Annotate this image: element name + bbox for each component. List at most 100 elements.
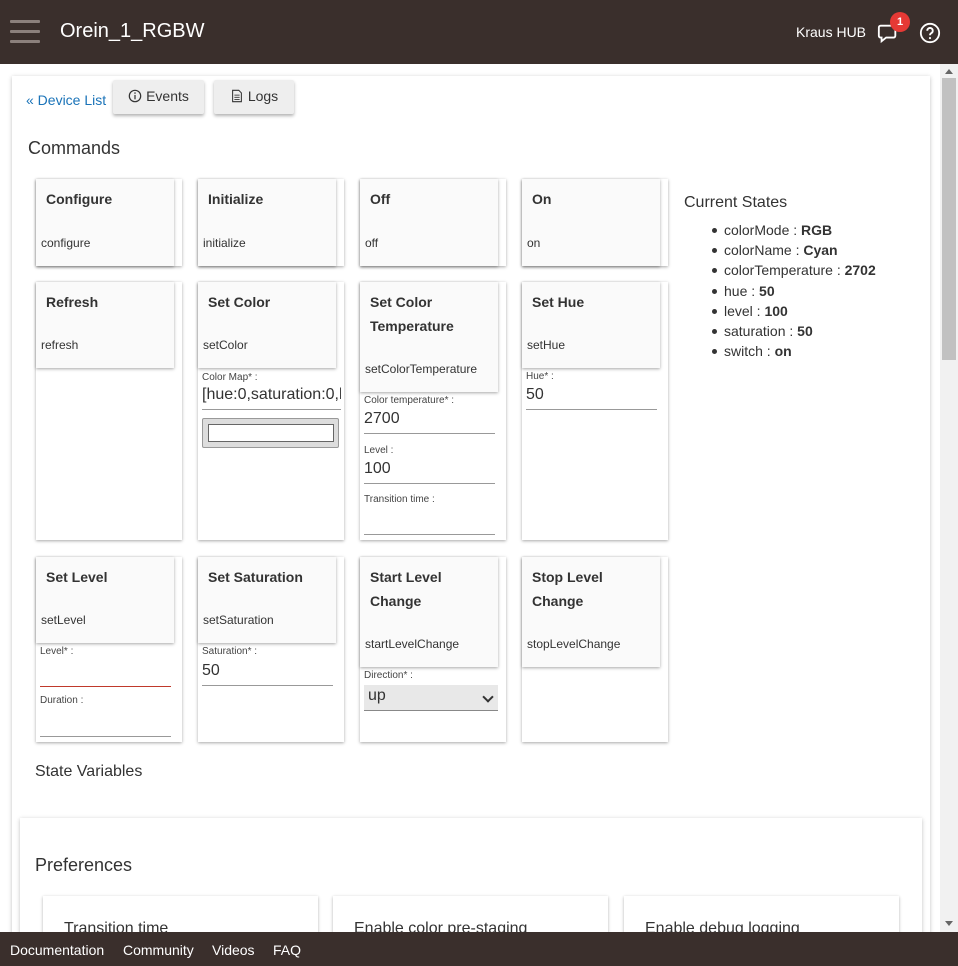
command-method: setSaturation — [203, 613, 274, 627]
command-card-refresh: Refresh refresh — [36, 282, 182, 540]
events-label: Events — [146, 88, 189, 104]
set-hue-button[interactable]: Set Hue setHue — [522, 282, 660, 368]
scrollbar-thumb[interactable] — [942, 78, 956, 360]
current-states-heading: Current States — [684, 194, 788, 211]
notification-badge[interactable]: 1 — [890, 12, 910, 32]
configure-button[interactable]: Configure configure — [36, 179, 174, 266]
direction-value: up — [368, 687, 386, 704]
command-method: on — [527, 236, 541, 250]
command-method: setColor — [203, 338, 248, 352]
command-method: initialize — [203, 236, 246, 250]
command-method: off — [365, 236, 379, 250]
command-method: setHue — [527, 338, 566, 352]
state-item: colorName : Cyan — [712, 240, 876, 260]
direction-select[interactable]: up — [364, 685, 498, 711]
command-title: Refresh — [46, 294, 99, 310]
vertical-scrollbar[interactable] — [940, 64, 958, 932]
logs-button[interactable]: Logs — [214, 80, 294, 114]
set-color-temperature-button[interactable]: Set Color Temperature setColorTemperatur… — [360, 282, 498, 392]
set-saturation-button[interactable]: Set Saturation setSaturation — [198, 557, 336, 643]
command-card-set-color: Set Color setColor Color Map* : [hue:0,s… — [198, 282, 344, 540]
command-title: Off — [370, 191, 391, 207]
menu-icon[interactable] — [10, 20, 40, 44]
command-card-set-hue: Set Hue setHue Hue* : 50 — [522, 282, 668, 540]
state-variables-heading: State Variables — [35, 763, 143, 780]
command-card-initialize: Initialize initialize — [198, 179, 344, 266]
saturation-label: Saturation* : — [202, 646, 258, 657]
level-input[interactable]: 100 — [364, 460, 495, 484]
command-card-start-level-change: Start Level Change startLevelChange Dire… — [360, 557, 506, 742]
command-card-set-saturation: Set Saturation setSaturation Saturation*… — [198, 557, 344, 742]
transition-time-label: Transition time : — [364, 494, 435, 505]
state-item: hue : 50 — [712, 281, 876, 301]
direction-label: Direction* : — [364, 670, 413, 681]
top-app-bar: Orein_1_RGBW Kraus HUB 1 — [0, 0, 958, 64]
command-title: Set Color Temperature — [370, 294, 454, 334]
help-icon[interactable] — [919, 22, 941, 44]
state-item: level : 100 — [712, 301, 876, 321]
set-color-button[interactable]: Set Color setColor — [198, 282, 336, 368]
videos-link[interactable]: Videos — [212, 942, 255, 958]
command-method: stopLevelChange — [527, 637, 621, 651]
command-title: On — [532, 191, 552, 207]
preferences-heading: Preferences — [35, 855, 133, 875]
current-states-list: colorMode : RGB colorName : Cyan colorTe… — [712, 220, 876, 361]
device-list-link[interactable]: « Device List — [26, 92, 106, 108]
saturation-input[interactable]: 50 — [202, 662, 333, 686]
documentation-link[interactable]: Documentation — [10, 942, 104, 958]
color-temperature-label: Color temperature* : — [364, 395, 455, 406]
command-title: Configure — [46, 191, 113, 207]
level-label: Level : — [364, 445, 394, 456]
command-card-stop-level-change: Stop Level Change stopLevelChange — [522, 557, 668, 742]
page-title: Orein_1_RGBW — [60, 20, 205, 42]
duration-label: Duration : — [40, 695, 84, 706]
on-button[interactable]: On on — [522, 179, 660, 266]
state-item: colorTemperature : 2702 — [712, 260, 876, 280]
scroll-up-arrow-icon[interactable] — [945, 69, 953, 74]
command-title: Set Level — [46, 569, 108, 585]
level-label: Level* : — [40, 646, 74, 657]
set-level-button[interactable]: Set Level setLevel — [36, 557, 174, 643]
scroll-down-arrow-icon[interactable] — [945, 921, 953, 926]
hub-name: Kraus HUB — [796, 24, 867, 40]
state-item: switch : on — [712, 341, 876, 361]
duration-input[interactable] — [40, 713, 171, 737]
preferences-panel: Preferences Transition time Enable color… — [20, 818, 922, 956]
commands-heading: Commands — [28, 138, 121, 158]
faq-link[interactable]: FAQ — [273, 942, 301, 958]
hue-input[interactable]: 50 — [526, 386, 657, 410]
command-title: Stop Level Change — [532, 569, 603, 609]
color-map-label: Color Map* : — [202, 372, 258, 383]
color-map-input[interactable]: [hue:0,saturation:0,l — [202, 386, 341, 410]
document-icon — [231, 89, 242, 103]
command-card-set-color-temperature: Set Color Temperature setColorTemperatur… — [360, 282, 506, 540]
footer-bar: Documentation Community Videos FAQ — [0, 932, 958, 966]
level-input[interactable] — [40, 663, 171, 687]
command-title: Start Level Change — [370, 569, 442, 609]
command-title: Initialize — [208, 191, 264, 207]
command-method: refresh — [41, 338, 79, 352]
community-link[interactable]: Community — [123, 942, 194, 958]
command-card-off: Off off — [360, 179, 506, 266]
transition-time-input[interactable] — [364, 511, 495, 535]
command-method: startLevelChange — [365, 637, 460, 651]
chevron-down-icon — [482, 691, 494, 703]
state-item: saturation : 50 — [712, 321, 876, 341]
command-title: Set Color — [208, 294, 271, 310]
stop-level-change-button[interactable]: Stop Level Change stopLevelChange — [522, 557, 660, 667]
refresh-button[interactable]: Refresh refresh — [36, 282, 174, 368]
initialize-button[interactable]: Initialize initialize — [198, 179, 336, 266]
command-title: Set Hue — [532, 294, 585, 310]
events-button[interactable]: Events — [113, 80, 204, 114]
color-picker[interactable] — [202, 418, 339, 448]
command-card-on: On on — [522, 179, 668, 266]
command-method: setColorTemperature — [365, 362, 478, 376]
hue-label: Hue* : — [526, 371, 554, 382]
command-method: configure — [41, 236, 91, 250]
start-level-change-button[interactable]: Start Level Change startLevelChange — [360, 557, 498, 667]
command-card-configure: Configure configure — [36, 179, 182, 266]
off-button[interactable]: Off off — [360, 179, 498, 266]
command-title: Set Saturation — [208, 569, 303, 585]
command-card-set-level: Set Level setLevel Level* : Duration : — [36, 557, 182, 742]
color-temperature-input[interactable]: 2700 — [364, 410, 495, 434]
